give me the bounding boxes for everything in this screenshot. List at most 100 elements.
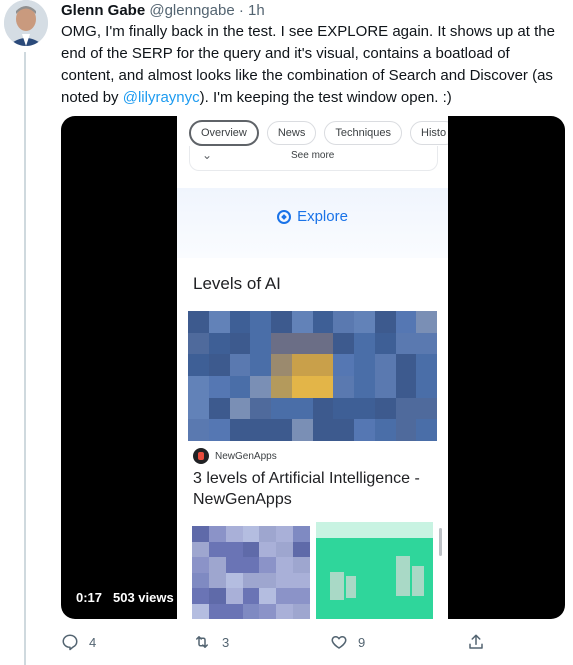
- video-player[interactable]: Overview News Techniques Histo ⌄ See mor…: [61, 116, 565, 619]
- mosaic-tile: [291, 354, 313, 376]
- author-name[interactable]: Glenn Gabe: [61, 2, 145, 19]
- mosaic-tile: [188, 397, 209, 420]
- mosaic-tile: [250, 311, 271, 333]
- mosaic-tile: [276, 572, 294, 588]
- tab-history: Histo: [410, 121, 448, 145]
- mosaic-tile: [192, 588, 209, 604]
- mosaic-tile: [259, 557, 277, 573]
- tab-techniques: Techniques: [324, 121, 403, 145]
- mosaic-tile: [276, 588, 294, 604]
- mosaic-tile: [354, 419, 375, 441]
- like-count: 9: [358, 634, 366, 650]
- source-name: NewGenApps: [215, 450, 277, 462]
- blurred-image-main: [188, 311, 437, 441]
- mosaic-tile: [374, 419, 396, 441]
- mosaic-tile: [229, 354, 251, 376]
- mention-link[interactable]: @lilyraynyc: [123, 89, 200, 106]
- mosaic-tile: [250, 354, 271, 376]
- mosaic-tile: [208, 541, 226, 557]
- mosaic-tile: [259, 541, 277, 557]
- chevron-down-icon: ⌄: [202, 148, 213, 162]
- mosaic-tile: [395, 332, 417, 355]
- mosaic-tile: [229, 311, 251, 333]
- mosaic-tile: [271, 311, 292, 333]
- retweet-button[interactable]: 3: [192, 633, 229, 651]
- mosaic-tile: [395, 375, 417, 398]
- mosaic-tile: [276, 603, 294, 619]
- retweet-count: 3: [222, 634, 230, 650]
- blurred-image-second: [192, 526, 310, 619]
- mosaic-tile: [229, 332, 251, 355]
- mosaic-tile: [312, 311, 334, 333]
- mosaic-tile: [354, 397, 375, 420]
- mosaic-tile: [250, 332, 271, 355]
- mosaic-tile: [208, 572, 226, 588]
- mosaic-tile: [229, 397, 251, 420]
- mosaic-tile: [354, 311, 375, 333]
- mosaic-tile: [395, 419, 417, 441]
- mosaic-tile: [293, 603, 310, 619]
- mosaic-tile: [291, 375, 313, 398]
- mosaic-tile: [242, 588, 260, 604]
- mosaic-tile: [250, 419, 271, 441]
- explore-header: Explore: [177, 208, 448, 225]
- explore-label: Explore: [297, 208, 348, 225]
- mosaic-tile: [312, 332, 334, 355]
- tweet-text-part2: ). I'm keeping the test window open. :): [199, 89, 452, 106]
- mosaic-tile: [242, 603, 260, 619]
- tweet-header: Glenn Gabe @glenngabe · 1h: [61, 2, 265, 20]
- video-timestamp: 0:17: [76, 590, 103, 605]
- tab-news: News: [266, 121, 317, 145]
- mosaic-tile: [395, 397, 417, 420]
- article-source: NewGenApps: [193, 448, 277, 464]
- mosaic-tile: [374, 375, 396, 398]
- mosaic-tile: [333, 311, 354, 333]
- mosaic-tile: [395, 354, 417, 376]
- mosaic-tile: [225, 603, 243, 619]
- mosaic-tile: [188, 419, 209, 441]
- mosaic-tile: [416, 397, 437, 420]
- mosaic-tile: [208, 557, 226, 573]
- explore-compass-icon: [277, 209, 292, 224]
- mosaic-tile: [416, 375, 437, 398]
- mosaic-tile: [312, 397, 334, 420]
- mosaic-tile: [225, 526, 243, 542]
- mosaic-tile: [229, 375, 251, 398]
- mosaic-tile: [208, 332, 230, 355]
- mosaic-tile: [276, 526, 294, 542]
- mosaic-tile: [293, 557, 310, 573]
- mosaic-tile: [271, 397, 292, 420]
- tweet-time[interactable]: 1h: [248, 2, 265, 19]
- mosaic-tile: [374, 397, 396, 420]
- mosaic-tile: [229, 419, 251, 441]
- mosaic-tile: [291, 397, 313, 420]
- like-button[interactable]: 9: [330, 633, 365, 651]
- video-views: 503 views: [113, 590, 174, 605]
- mosaic-tile: [208, 397, 230, 420]
- mosaic-tile: [293, 572, 310, 588]
- share-button[interactable]: [467, 633, 485, 651]
- mosaic-tile: [242, 557, 260, 573]
- see-more-card: ⌄ See more: [189, 146, 438, 171]
- mosaic-tile: [271, 354, 292, 376]
- mosaic-tile: [242, 526, 260, 542]
- mosaic-tile: [208, 354, 230, 376]
- mosaic-tile: [374, 354, 396, 376]
- mosaic-tile: [259, 572, 277, 588]
- mosaic-tile: [291, 419, 313, 441]
- mosaic-tile: [242, 572, 260, 588]
- mosaic-tile: [271, 419, 292, 441]
- mosaic-tile: [192, 557, 209, 573]
- mosaic-tile: [333, 419, 354, 441]
- author-handle[interactable]: @glenngabe: [149, 2, 234, 19]
- mosaic-tile: [354, 332, 375, 355]
- mosaic-tile: [291, 311, 313, 333]
- header-separator: ·: [238, 2, 244, 19]
- mosaic-tile: [276, 541, 294, 557]
- reply-button[interactable]: 4: [61, 633, 96, 651]
- share-icon: [469, 634, 483, 649]
- mosaic-tile: [312, 375, 334, 398]
- avatar[interactable]: [4, 0, 48, 46]
- see-more-label: See more: [291, 150, 335, 161]
- mosaic-tile: [188, 354, 209, 376]
